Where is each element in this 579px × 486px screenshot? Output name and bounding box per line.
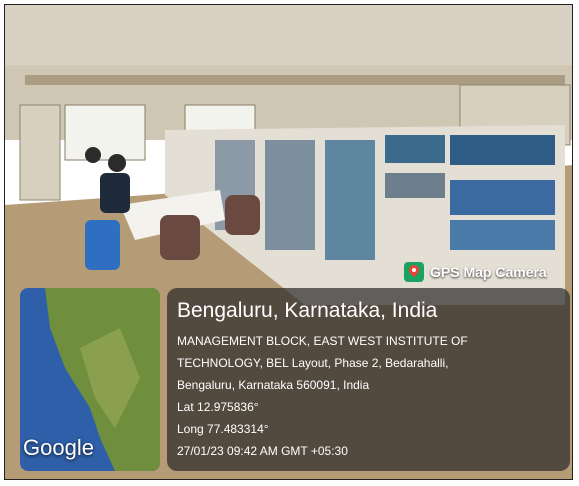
gps-map-camera-badge: GPS Map Camera [404,258,547,286]
person-head-2 [85,147,101,163]
location-info-panel: Bengaluru, Karnataka, India MANAGEMENT B… [167,288,570,471]
blue-chair [85,220,120,270]
city-line: Bengaluru, Karnataka, India [177,299,438,322]
gps-badge-label: GPS Map Camera [430,264,547,280]
map-thumbnail: Google [20,288,160,471]
window-left [64,104,146,161]
ceiling-beam [25,75,565,85]
longitude: Long 77.483314° [177,422,269,436]
address-line-1: MANAGEMENT BLOCK, EAST WEST INSTITUTE OF [177,334,468,348]
address-line-3: Bengaluru, Karnataka 560091, India [177,378,370,392]
google-watermark: Google [23,435,94,460]
chair-right [225,195,260,235]
cabinet-left [19,104,61,201]
latitude: Lat 12.975836° [177,400,259,414]
address-line-2: TECHNOLOGY, BEL Layout, Phase 2, Bedarah… [177,356,449,370]
person-body [100,173,130,213]
chair-front [160,215,200,260]
gps-map-camera-icon [404,262,424,282]
photo-frame: GPS Map Camera Google Bengaluru, Karnata… [4,4,573,480]
person-head [108,154,126,172]
timestamp: 27/01/23 09:42 AM GMT +05:30 [177,444,348,458]
